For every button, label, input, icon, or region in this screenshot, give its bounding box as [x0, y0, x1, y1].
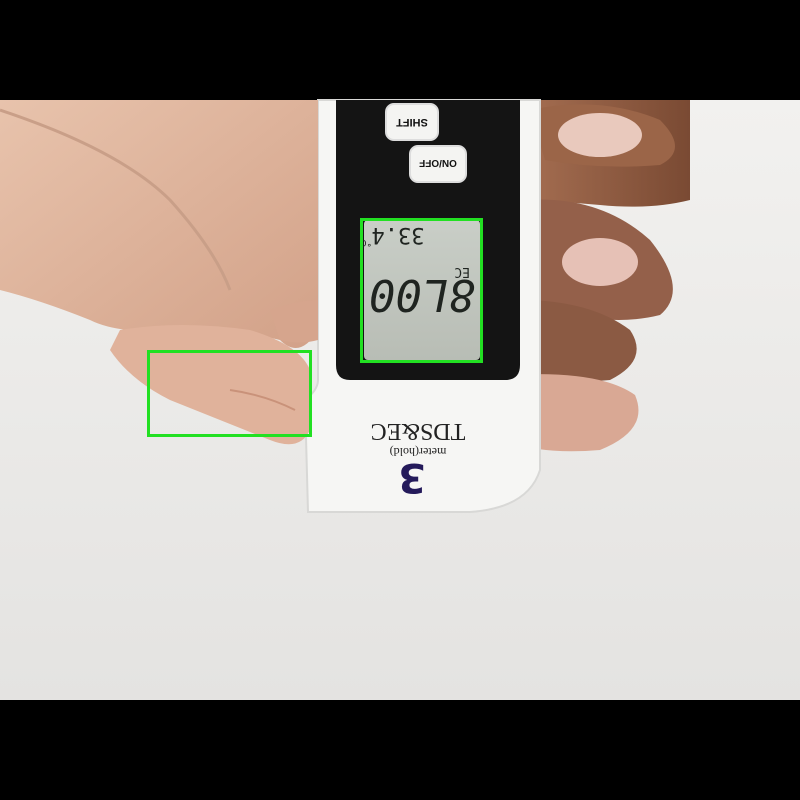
thumb-highlight-box	[147, 350, 312, 437]
photo-frame: SHIFT ON/OFF EC 8L00 33.4 °C meter(hold)…	[0, 0, 800, 800]
onoff-button: ON/OFF	[409, 145, 467, 183]
shift-button: SHIFT	[385, 103, 439, 141]
brand-line-1: TDS&EC	[371, 418, 466, 444]
fingernail-index	[558, 113, 642, 157]
photo-scene: SHIFT ON/OFF EC 8L00 33.4 °C meter(hold)…	[0, 99, 800, 700]
fingernail-middle	[562, 238, 638, 286]
shift-button-label: SHIFT	[396, 116, 428, 128]
handwritten-number: 3	[398, 454, 426, 500]
display-highlight-box	[360, 218, 483, 363]
onoff-button-label: ON/OFF	[419, 157, 457, 168]
